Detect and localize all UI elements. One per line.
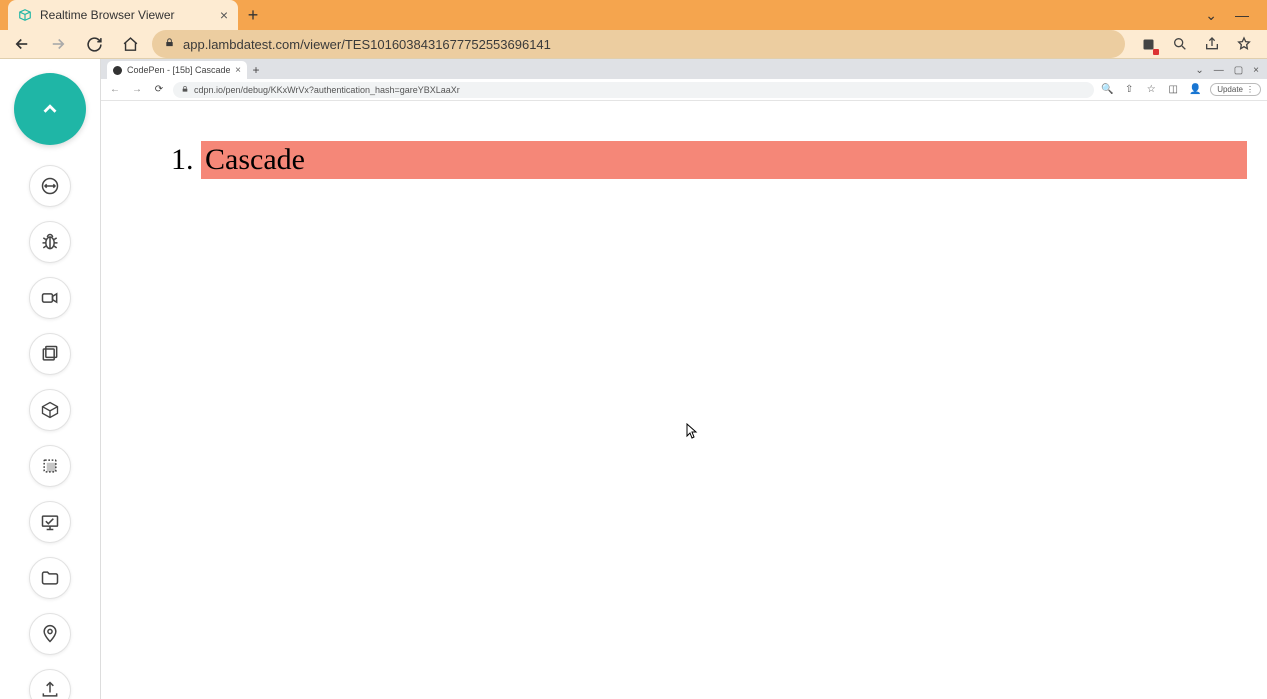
list-item: Cascade — [201, 141, 1247, 179]
inner-tab-active[interactable]: CodePen - [15b] Cascade × — [107, 61, 247, 79]
gallery-button[interactable] — [29, 333, 71, 375]
location-button[interactable] — [29, 613, 71, 655]
inner-back-button[interactable]: ← — [107, 82, 123, 98]
outer-tab-bar: Realtime Browser Viewer × + ⌄ — — [0, 0, 1267, 30]
inner-chevron-down-icon[interactable]: ⌄ — [1195, 65, 1203, 76]
inner-tab-bar: CodePen - [15b] Cascade × + ⌄ — ▢ × — [101, 59, 1267, 79]
collapse-sidebar-button[interactable] — [14, 73, 86, 145]
inner-reload-button[interactable]: ⟳ — [151, 82, 167, 98]
outer-tab-active[interactable]: Realtime Browser Viewer × — [8, 0, 238, 30]
monitor-button[interactable] — [29, 501, 71, 543]
ordered-list: Cascade — [161, 141, 1247, 179]
inner-browser-window: CodePen - [15b] Cascade × + ⌄ — ▢ × ← → … — [100, 59, 1267, 699]
inner-close-window-icon[interactable]: × — [1253, 65, 1259, 76]
inner-toolbar-actions: 🔍 ⇧ ☆ ◫ 👤 Update ⋮ — [1100, 83, 1261, 97]
inner-maximize-icon[interactable]: ▢ — [1234, 65, 1243, 76]
outer-browser-window: Realtime Browser Viewer × + ⌄ — app.lamb… — [0, 0, 1267, 699]
inner-close-tab-icon[interactable]: × — [235, 65, 241, 76]
inner-toolbar: ← → ⟳ cdpn.io/pen/debug/KKxWrVx?authenti… — [101, 79, 1267, 101]
outer-toolbar-actions — [1133, 35, 1259, 53]
forward-button[interactable] — [44, 30, 72, 58]
package-button[interactable] — [29, 389, 71, 431]
new-tab-button[interactable]: + — [238, 0, 268, 30]
list-item-text: Cascade — [201, 141, 1247, 179]
outer-url-text: app.lambdatest.com/viewer/TES10160384316… — [183, 37, 551, 52]
outer-toolbar: app.lambdatest.com/viewer/TES10160384316… — [0, 30, 1267, 59]
inner-lock-icon — [181, 85, 189, 95]
chevron-down-icon[interactable]: ⌄ — [1205, 7, 1217, 24]
share-icon[interactable] — [1203, 35, 1221, 53]
outer-window-controls: ⌄ — — [1205, 0, 1267, 30]
inner-window-controls: ⌄ — ▢ × — [1195, 61, 1267, 79]
inner-share-icon[interactable]: ⇧ — [1122, 83, 1136, 97]
viewer-panel: CodePen - [15b] Cascade × + ⌄ — ▢ × ← → … — [100, 59, 1267, 699]
codepen-favicon-icon — [113, 66, 122, 75]
extension-icon[interactable] — [1139, 35, 1157, 53]
zoom-icon[interactable] — [1171, 35, 1189, 53]
sidebar — [0, 59, 100, 699]
close-tab-icon[interactable]: × — [220, 7, 228, 23]
folder-button[interactable] — [29, 557, 71, 599]
kebab-icon: ⋮ — [1246, 85, 1254, 94]
lambdatest-favicon-icon — [18, 8, 32, 22]
app-body: CodePen - [15b] Cascade × + ⌄ — ▢ × ← → … — [0, 59, 1267, 699]
switch-button[interactable] — [29, 165, 71, 207]
inner-page-content: Cascade — [101, 101, 1267, 699]
bookmark-star-icon[interactable] — [1235, 35, 1253, 53]
inner-star-icon[interactable]: ☆ — [1144, 83, 1158, 97]
bug-button[interactable] — [29, 221, 71, 263]
video-button[interactable] — [29, 277, 71, 319]
inner-profile-icon[interactable]: 👤 — [1188, 83, 1202, 97]
inner-url-text: cdpn.io/pen/debug/KKxWrVx?authentication… — [194, 85, 460, 95]
update-label: Update — [1217, 85, 1243, 94]
inner-panel-icon[interactable]: ◫ — [1166, 83, 1180, 97]
back-button[interactable] — [8, 30, 36, 58]
home-button[interactable] — [116, 30, 144, 58]
inner-new-tab-button[interactable]: + — [247, 61, 265, 79]
inner-forward-button[interactable]: → — [129, 82, 145, 98]
layout-button[interactable] — [29, 445, 71, 487]
inner-address-bar[interactable]: cdpn.io/pen/debug/KKxWrVx?authentication… — [173, 82, 1094, 98]
outer-tab-title: Realtime Browser Viewer — [40, 8, 212, 22]
upload-button[interactable] — [29, 669, 71, 699]
lock-icon — [164, 37, 175, 51]
inner-minimize-icon[interactable]: — — [1214, 65, 1224, 76]
update-button[interactable]: Update ⋮ — [1210, 83, 1261, 96]
inner-zoom-icon[interactable]: 🔍 — [1100, 83, 1114, 97]
inner-tab-title: CodePen - [15b] Cascade — [127, 65, 230, 75]
minimize-icon[interactable]: — — [1235, 7, 1249, 23]
outer-address-bar[interactable]: app.lambdatest.com/viewer/TES10160384316… — [152, 30, 1125, 58]
reload-button[interactable] — [80, 30, 108, 58]
